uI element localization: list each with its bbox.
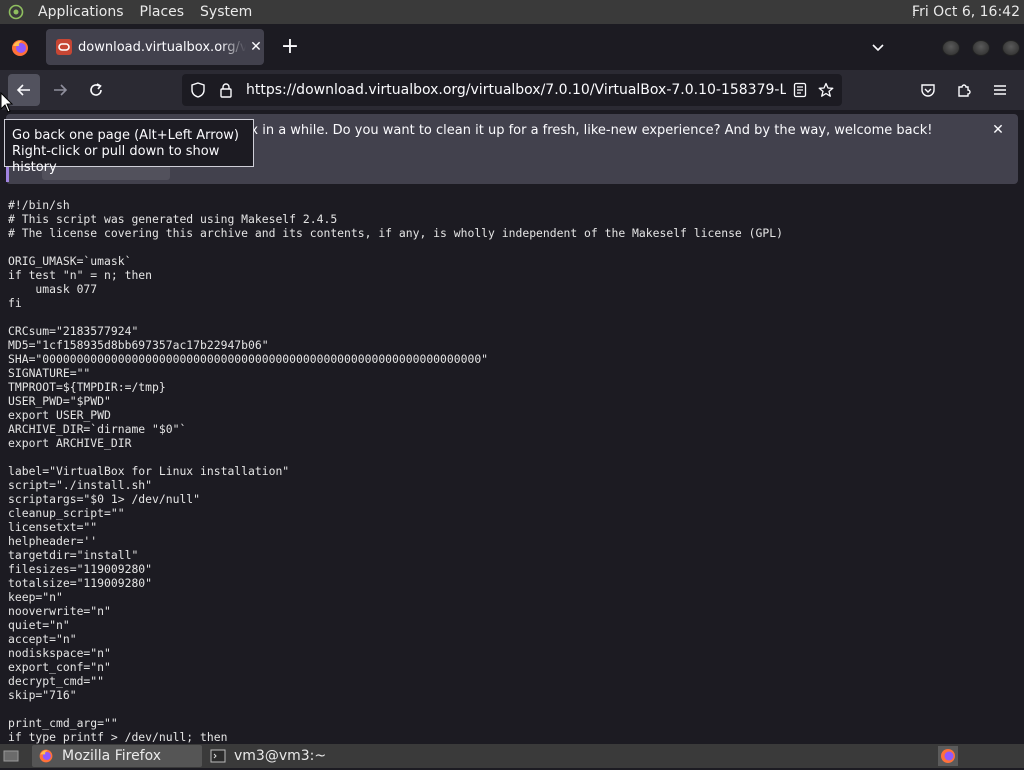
reader-view-icon[interactable] [792, 82, 808, 98]
notification-close-icon[interactable]: ✕ [990, 122, 1006, 138]
script-source-text: #!/bin/sh # This script was generated us… [8, 198, 783, 744]
oracle-favicon-icon [56, 39, 72, 55]
taskbar-terminal[interactable]: vm3@vm3:~ [204, 745, 374, 767]
taskbar-firefox[interactable]: Mozilla Firefox [32, 745, 202, 767]
extensions-puzzle-icon[interactable] [956, 82, 972, 98]
system-menu[interactable]: System [192, 0, 260, 24]
tab-title: download.virtualbox.org/virtualbox/7.0.1… [78, 39, 246, 55]
show-desktop-icon[interactable] [2, 747, 20, 765]
firefox-icon [38, 748, 54, 764]
lock-icon[interactable] [218, 82, 234, 98]
reload-button[interactable] [80, 74, 112, 106]
taskbar-terminal-label: vm3@vm3:~ [234, 748, 327, 764]
minimize-button[interactable] [942, 40, 960, 56]
top-panel: Applications Places System Fri Oct 6, 16… [0, 0, 1024, 24]
tab-close-icon[interactable]: ✕ [248, 39, 264, 55]
forward-button[interactable] [44, 74, 76, 106]
tooltip-line-2: Right-click or pull down to show history [12, 144, 220, 175]
forward-arrow-icon [54, 84, 68, 96]
new-tab-button[interactable]: + [280, 36, 300, 58]
distro-logo-icon[interactable] [8, 4, 24, 20]
back-arrow-icon [16, 84, 30, 96]
tray-firefox-icon[interactable] [938, 746, 958, 766]
hamburger-menu-icon[interactable] [992, 82, 1008, 98]
page-content: #!/bin/sh # This script was generated us… [0, 188, 1024, 744]
reload-icon [90, 83, 102, 96]
mouse-pointer-icon [0, 92, 14, 113]
tab-strip: download.virtualbox.org/virtualbox/7.0.1… [0, 24, 1024, 70]
tab-virtualbox-download[interactable]: download.virtualbox.org/virtualbox/7.0.1… [46, 29, 264, 65]
pocket-icon[interactable] [920, 82, 936, 98]
tooltip-line-1: Go back one page (Alt+Left Arrow) [12, 128, 239, 143]
clock[interactable]: Fri Oct 6, 16:42 [912, 0, 1020, 24]
url-text[interactable]: https://download.virtualbox.org/virtualb… [246, 82, 786, 98]
places-menu[interactable]: Places [132, 0, 193, 24]
maximize-button[interactable] [972, 40, 990, 56]
taskbar-firefox-label: Mozilla Firefox [62, 748, 162, 764]
navigation-toolbar: https://download.virtualbox.org/virtualb… [0, 70, 1024, 110]
bottom-panel: Mozilla Firefox vm3@vm3:~ [0, 744, 1024, 768]
applications-menu[interactable]: Applications [30, 0, 132, 24]
tracking-protection-shield-icon[interactable] [190, 82, 206, 98]
firefox-view-icon[interactable] [10, 38, 30, 58]
bookmark-star-icon[interactable] [818, 82, 834, 98]
url-bar[interactable]: https://download.virtualbox.org/virtualb… [182, 74, 842, 106]
list-all-tabs-chevron-down-icon[interactable] [870, 39, 886, 55]
terminal-icon [210, 748, 226, 764]
close-window-button[interactable] [1002, 40, 1020, 56]
back-button-tooltip: Go back one page (Alt+Left Arrow) Right-… [4, 119, 254, 175]
